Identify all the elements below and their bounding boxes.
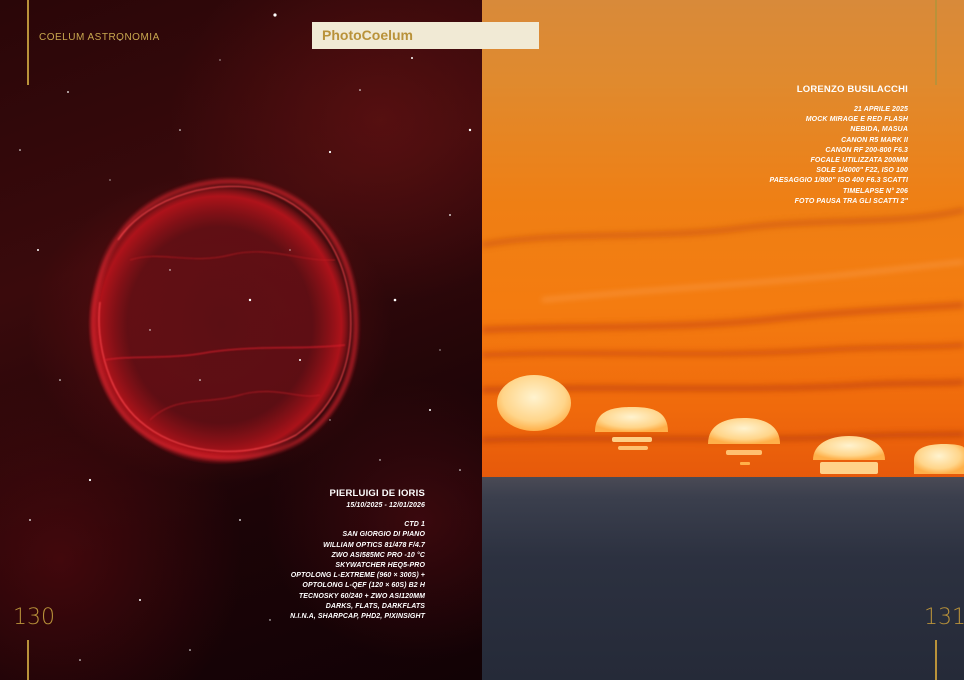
sun-disc: [708, 418, 780, 444]
magazine-title: COELUM ASTRONOMIA: [39, 32, 160, 43]
right-page: LORENZO BUSILACCHI 21 APRILE 2025 MOCK M…: [482, 0, 964, 680]
sea: [482, 477, 964, 680]
caption-line: FOCALE UTILIZZATA 200MM: [810, 157, 908, 165]
caption-line: FOTO PAUSA TRA GLI SCATTI 2": [794, 197, 908, 205]
section-title: PhotoCoelum: [322, 27, 413, 43]
caption-line: MOCK MIRAGE E RED FLASH: [805, 116, 908, 124]
caption-line: TIMELAPSE N° 206: [842, 187, 908, 195]
header-rule-right: [935, 0, 937, 85]
caption-line: CANON RF 200-800 F6.3: [825, 146, 908, 154]
caption-line: DARKS, FLATS, DARKFLATS: [325, 602, 425, 610]
author-name: LORENZO BUSILACCHI: [796, 84, 908, 95]
author-name: PIERLUIGI DE IORIS: [329, 488, 425, 499]
caption-line: OPTOLONG L-EXTREME (960 × 300S) +: [290, 572, 425, 580]
page-number-right: 131: [924, 605, 964, 630]
sun-disc: [914, 444, 964, 474]
caption-line: CTD 1: [404, 521, 425, 529]
caption-line: 21 APRILE 2025: [853, 106, 908, 113]
caption-line: SKYWATCHER HEQ5-PRO: [335, 562, 425, 570]
caption-line: CANON R5 MARK II: [841, 136, 908, 144]
caption-dates: 15/10/2025 - 12/01/2026: [346, 502, 425, 509]
caption-line: SOLE 1/4000" F22, ISO 100: [816, 167, 908, 175]
sun-sequence: [497, 375, 964, 474]
left-page: COELUM ASTRONOMIA PIERLUIGI DE IORIS 15/…: [0, 0, 482, 680]
sun-disc: [595, 407, 668, 432]
page-number-left: 130: [13, 605, 55, 630]
caption-line: SAN GIORGIO DI PIANO: [342, 531, 425, 539]
header-rule-left: [27, 0, 29, 85]
sun-disc: [497, 375, 571, 431]
section-banner: PhotoCoelum: [312, 22, 539, 49]
caption-line: NEBIDA, MASUA: [850, 126, 908, 134]
footer-rule-right: [935, 640, 937, 680]
caption-right: LORENZO BUSILACCHI 21 APRILE 2025 MOCK M…: [769, 84, 908, 207]
caption-line: N.I.N.A, SHARPCAP, PHD2, PIXINSIGHT: [290, 613, 425, 621]
sun-disc: [813, 436, 885, 460]
caption-line: TECNOSKY 60/240 + ZWO ASI120MM: [298, 592, 425, 600]
caption-line: PAESAGGIO 1/800" ISO 400 F6.3 SCATTI: [769, 177, 908, 185]
caption-left: PIERLUIGI DE IORIS 15/10/2025 - 12/01/20…: [290, 488, 425, 622]
caption-line: OPTOLONG L-QEF (120 × 60S) B2 H: [302, 582, 425, 590]
caption-line: ZWO ASI585MC PRO -10 °C: [331, 551, 425, 559]
footer-rule-left: [27, 640, 29, 680]
caption-line: WILLIAM OPTICS 81/478 F/4.7: [323, 541, 425, 549]
